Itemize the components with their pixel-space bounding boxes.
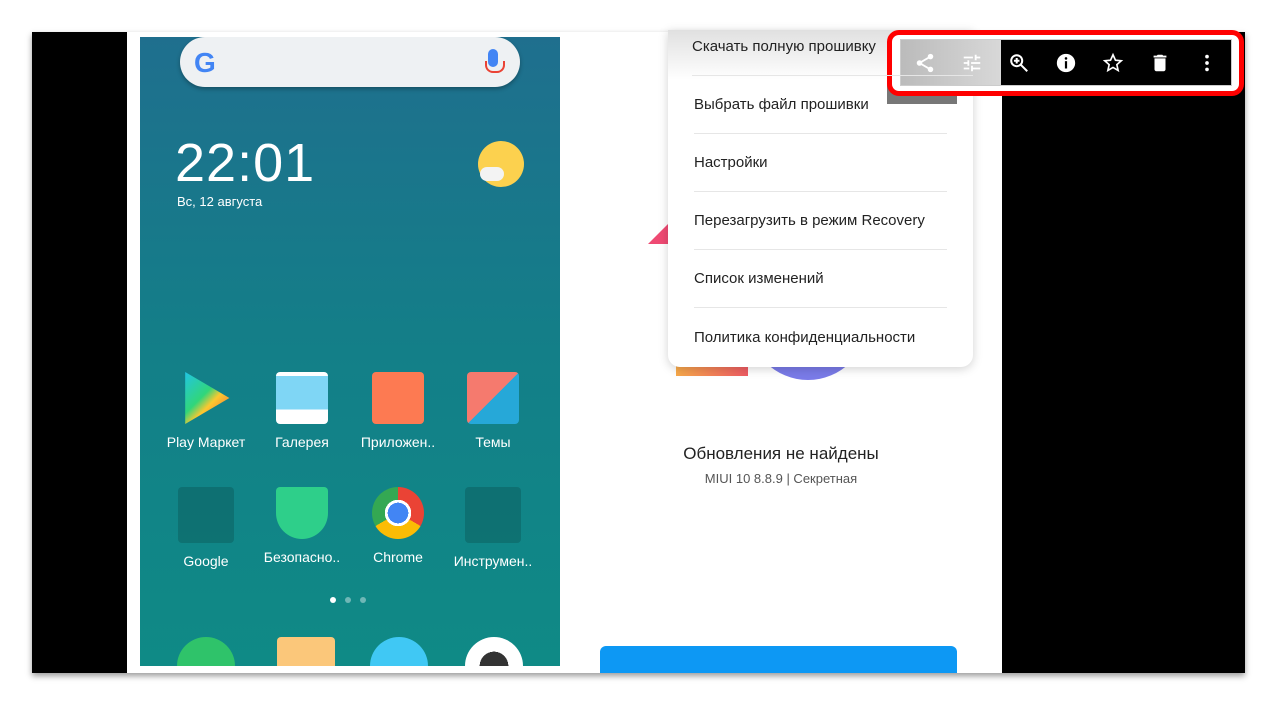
info-icon — [1056, 53, 1076, 72]
app-themes[interactable]: Темы — [448, 372, 538, 450]
themes-icon — [467, 372, 519, 424]
date: Вс, 12 августа — [177, 194, 263, 209]
phone-home-screen: G 22:01 Вс, 12 августа Play Маркет Галер… — [140, 37, 560, 666]
google-folder-icon — [178, 487, 234, 543]
browser-dock-icon[interactable] — [370, 637, 428, 666]
update-status: Обновления не найдены — [683, 444, 879, 463]
check-updates-button[interactable] — [600, 646, 957, 673]
menu-item-settings[interactable]: Настройки — [694, 134, 947, 192]
app-security[interactable]: Безопасно.. — [257, 487, 347, 565]
camera-dock-icon[interactable] — [465, 637, 523, 666]
app-chrome[interactable]: Chrome — [353, 487, 443, 565]
tools-folder-icon — [465, 487, 521, 543]
delete-icon — [1153, 54, 1167, 71]
miui-logo-shape — [648, 222, 670, 244]
phone-dock-icon[interactable] — [177, 637, 235, 666]
zoom-in-icon — [1010, 53, 1028, 72]
menu-item-download-full[interactable]: Скачать полную прошивку — [692, 30, 973, 76]
cloud-icon — [480, 167, 504, 181]
microphone-icon[interactable] — [485, 49, 505, 73]
app-gallery[interactable]: Галерея — [257, 372, 347, 450]
page-indicator — [330, 597, 366, 603]
star-icon — [1102, 52, 1124, 72]
more-vert-icon — [1205, 54, 1210, 71]
zoom-button[interactable] — [995, 43, 1042, 83]
menu-item-privacy[interactable]: Политика конфиденциальности — [694, 308, 947, 366]
app-play-market[interactable]: Play Маркет — [161, 372, 251, 450]
chrome-icon — [372, 487, 424, 539]
info-button[interactable] — [1042, 43, 1089, 83]
more-button[interactable] — [1184, 43, 1231, 83]
version-label: MIUI 10 8.8.9 | Секретная — [704, 471, 858, 486]
google-search-bar[interactable]: G — [180, 37, 520, 87]
notes-dock-icon[interactable] — [277, 637, 335, 666]
favorite-button[interactable] — [1090, 43, 1137, 83]
clock: 22:01 — [175, 133, 316, 193]
google-logo-icon: G — [194, 47, 216, 78]
gallery-icon — [276, 372, 328, 424]
folder-google[interactable]: Google — [161, 487, 251, 569]
menu-item-changelog[interactable]: Список изменений — [694, 250, 947, 308]
security-icon — [276, 487, 328, 539]
app-store-icon — [372, 372, 424, 424]
menu-item-reboot-recovery[interactable]: Перезагрузить в режим Recovery — [694, 192, 947, 250]
delete-button[interactable] — [1137, 43, 1184, 83]
play-store-icon — [185, 372, 230, 424]
folder-tools[interactable]: Инструмен.. — [448, 487, 538, 569]
app-store[interactable]: Приложен.. — [353, 372, 443, 450]
